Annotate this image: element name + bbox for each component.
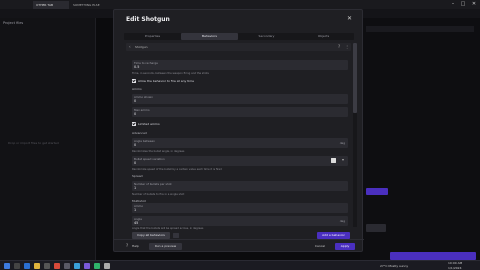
- preview-button[interactable]: Run a preview: [149, 243, 182, 250]
- field-angle[interactable]: Angle 45 deg: [132, 216, 348, 226]
- close-icon[interactable]: ✕: [347, 15, 352, 22]
- project-panel: Project files: [0, 18, 96, 260]
- browser-tab-1[interactable]: OTHER TAB: [33, 1, 69, 9]
- dialog-scrollbar[interactable]: [353, 43, 357, 227]
- field-time-to-recharge[interactable]: Time to recharge 0.5: [132, 60, 348, 70]
- add-behavior-button[interactable]: Add a behavior: [317, 232, 350, 239]
- behavior-preview-row[interactable]: ‹ Shotgun ? ⋮: [126, 43, 351, 51]
- app-icon-5[interactable]: [94, 263, 100, 269]
- expression-icon[interactable]: [331, 158, 336, 163]
- help-time-to-recharge: Time, in seconds, between the weapon fir…: [132, 72, 209, 75]
- browser-tab-0[interactable]: [2, 1, 30, 9]
- checkbox-limited-ammo[interactable]: [132, 122, 136, 126]
- project-panel-title: Project files: [3, 21, 24, 25]
- dialog-title: Edit Shotgun: [126, 16, 170, 23]
- weather-text[interactable]: 27°C Mostly sunny: [380, 264, 408, 268]
- app-icon-3[interactable]: [74, 263, 80, 269]
- taskbar: 27°C Mostly sunny 10:00 AM 1/1/2024: [0, 260, 480, 270]
- app-icon-6[interactable]: [104, 263, 110, 269]
- right-panel-primary-button[interactable]: [390, 252, 476, 260]
- explorer-icon[interactable]: [34, 263, 40, 269]
- more-icon[interactable]: ⋮: [345, 44, 349, 49]
- field-ammo[interactable]: Ammo 1: [132, 203, 348, 213]
- help-angle: Angle that the bullets will be spread ac…: [132, 227, 204, 230]
- checkbox-limited-ammo-label: Limited ammo: [138, 122, 160, 126]
- checkbox-allow-fire[interactable]: [132, 79, 136, 83]
- browser-tab-2[interactable]: SOMETHING ELSE: [70, 1, 108, 9]
- field-angle-between[interactable]: Angle between 0 deg: [132, 138, 348, 148]
- empty-message: Drop or import files to get started: [8, 141, 59, 145]
- help-link[interactable]: Help: [132, 244, 139, 248]
- tab-secondary[interactable]: Secondary: [238, 33, 295, 40]
- field-ammo-shown[interactable]: Ammo shown 0: [132, 94, 348, 104]
- right-panel-header: [366, 26, 474, 32]
- apply-button[interactable]: Apply: [335, 243, 355, 250]
- right-panel-toggle[interactable]: [366, 224, 386, 232]
- scrollbar-thumb[interactable]: [353, 43, 357, 113]
- field-max-ammo[interactable]: Max ammo 0: [132, 107, 348, 117]
- help-bullets-per-shot: Number of bullets to fire in a single sh…: [132, 193, 185, 196]
- app-icon-4[interactable]: [84, 263, 90, 269]
- browser-tab-bar: OTHER TAB SOMETHING ELSE – □ ✕: [0, 0, 480, 9]
- checkbox-allow-fire-label: Allow the behavior to fire at any time: [138, 79, 194, 83]
- help-angle-between: Randomizes the bullet angle, in degrees: [132, 150, 185, 153]
- help-bullet-speed-variation: Randomize speed of the bullet by a certa…: [132, 168, 222, 171]
- maximize-icon[interactable]: □: [458, 1, 468, 8]
- tab-properties[interactable]: Properties: [124, 33, 181, 40]
- section-ammo: Ammo: [132, 87, 142, 91]
- dialog-tabs: Properties Behaviors Secondary Objects: [124, 33, 354, 40]
- app-icon-1[interactable]: [54, 263, 60, 269]
- close-window-icon[interactable]: ✕: [469, 1, 479, 8]
- app-icon-2[interactable]: [64, 263, 70, 269]
- edit-dialog: Edit Shotgun ✕ Properties Behaviors Seco…: [113, 9, 364, 253]
- tab-objects[interactable]: Objects: [295, 33, 352, 40]
- right-panel: [360, 18, 480, 260]
- collapse-icon[interactable]: ‹: [129, 44, 131, 49]
- store-icon[interactable]: [44, 263, 50, 269]
- cancel-button[interactable]: Cancel: [310, 243, 330, 250]
- clock-date[interactable]: 1/1/2024: [448, 266, 461, 270]
- field-bullet-speed-variation[interactable]: Bullet speed variation 0 ▾: [132, 156, 348, 166]
- help-circle-icon[interactable]: ?: [126, 243, 128, 248]
- copy-behaviors-button[interactable]: Copy all behaviors: [132, 232, 170, 239]
- minimize-icon[interactable]: –: [448, 1, 458, 8]
- section-spread: Spread: [132, 174, 143, 178]
- add-button-chip[interactable]: [366, 188, 388, 195]
- dialog-footer: ? Help Run a preview Cancel Apply: [114, 239, 364, 253]
- search-icon[interactable]: [14, 263, 20, 269]
- section-advanced: Advanced: [132, 131, 147, 135]
- edge-icon[interactable]: [24, 263, 30, 269]
- clock-time[interactable]: 10:00 AM: [448, 261, 462, 265]
- help-icon[interactable]: ?: [338, 44, 340, 49]
- tab-behaviors[interactable]: Behaviors: [181, 33, 238, 40]
- dropdown-icon[interactable]: ▾: [342, 157, 344, 162]
- paste-icon[interactable]: [173, 233, 179, 238]
- start-icon[interactable]: [4, 263, 10, 269]
- preview-value: Shotgun: [135, 45, 148, 49]
- field-bullets-per-shot[interactable]: Number of bullets per shot 1: [132, 181, 348, 191]
